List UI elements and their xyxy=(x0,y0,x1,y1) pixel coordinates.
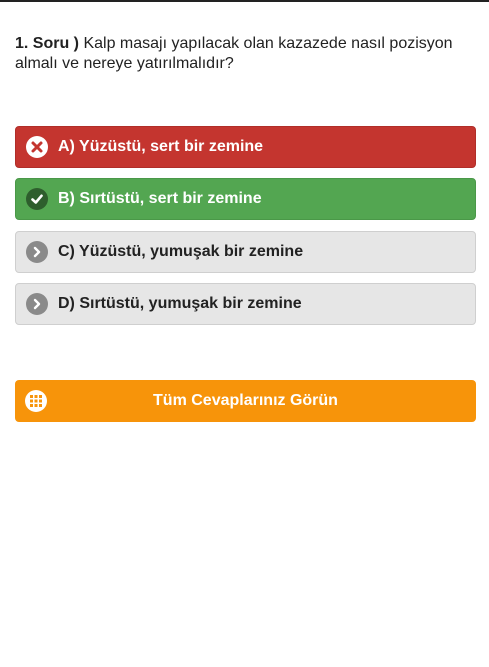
question-number: 1. Soru ) xyxy=(15,35,80,52)
option-b-label: B) Sırtüstü, sert bir zemine xyxy=(58,190,262,207)
check-icon xyxy=(26,188,48,210)
option-c-label: C) Yüzüstü, yumuşak bir zemine xyxy=(58,243,304,260)
question-text: Kalp masajı yapılacak olan kazazede nası… xyxy=(15,35,453,72)
question-text-block: 1. Soru ) Kalp masajı yapılacak olan kaz… xyxy=(15,34,475,74)
option-b-button[interactable]: B) Sırtüstü, sert bir zemine xyxy=(15,178,476,220)
option-d-button[interactable]: D) Sırtüstü, yumuşak bir zemine xyxy=(15,283,476,325)
top-divider xyxy=(0,0,489,2)
option-a-label: A) Yüzüstü, sert bir zemine xyxy=(58,138,264,155)
close-icon xyxy=(26,136,48,158)
grid-icon xyxy=(25,390,47,412)
show-all-answers-button[interactable]: Tüm Cevaplarınız Görün xyxy=(15,380,476,422)
option-c-button[interactable]: C) Yüzüstü, yumuşak bir zemine xyxy=(15,231,476,273)
chevron-right-icon xyxy=(26,293,48,315)
option-a-button[interactable]: A) Yüzüstü, sert bir zemine xyxy=(15,126,476,168)
chevron-right-icon xyxy=(26,241,48,263)
option-d-label: D) Sırtüstü, yumuşak bir zemine xyxy=(58,295,302,312)
show-all-answers-label: Tüm Cevaplarınız Görün xyxy=(153,392,338,409)
